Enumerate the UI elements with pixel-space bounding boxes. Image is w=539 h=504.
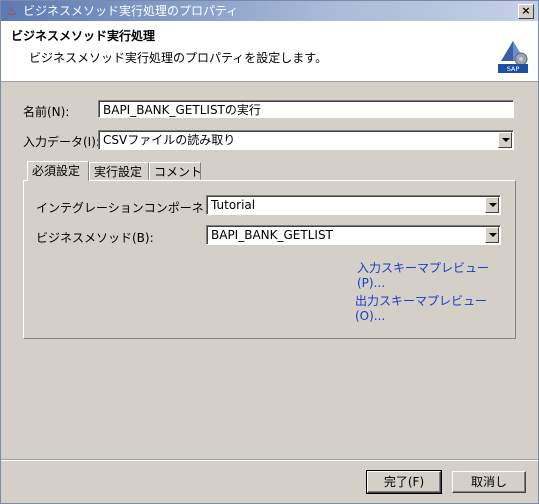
tab-comment[interactable]: コメント <box>149 162 202 180</box>
window-title: ビジネスメソッド実行処理のプロパティ <box>23 4 239 18</box>
banner-heading: ビジネスメソッド実行処理 <box>11 29 156 43</box>
name-label: 名前(N): <box>23 105 70 119</box>
input-data-select[interactable]: CSVファイルの読み取り <box>98 130 514 150</box>
title-bar[interactable]: ♨ ビジネスメソッド実行処理のプロパティ × <box>1 1 538 21</box>
tab-required-settings[interactable]: 必須設定 <box>27 161 89 181</box>
name-input[interactable]: BAPI_BANK_GETLISTの実行 <box>98 100 514 118</box>
method-value: BAPI_BANK_GETLIST <box>211 228 333 242</box>
header-banner: ビジネスメソッド実行処理 ビジネスメソッド実行処理のプロパティを設定します。 S… <box>1 21 538 82</box>
finish-button[interactable]: 完了(F) <box>366 470 442 494</box>
chevron-down-icon[interactable] <box>485 227 499 243</box>
footer-divider <box>1 459 538 461</box>
cancel-button[interactable]: 取消し <box>452 471 526 493</box>
tab-panel-required: インテグレーションコンポーネント(O): Tutorial ビジネスメソッド(B… <box>23 180 516 339</box>
chevron-down-icon[interactable] <box>485 197 499 213</box>
close-button[interactable]: × <box>518 4 534 19</box>
component-value: Tutorial <box>211 198 256 212</box>
tab-execution-settings[interactable]: 実行設定 <box>89 162 149 180</box>
sap-logo-icon: SAP <box>498 41 528 73</box>
input-data-value: CSVファイルの読み取り <box>103 133 236 147</box>
input-data-label: 入力データ(I): <box>23 135 100 149</box>
input-schema-preview-link[interactable]: 入力スキーマプレビュー(P)... <box>357 259 515 290</box>
output-schema-preview-link[interactable]: 出力スキーマプレビュー(O)... <box>355 292 515 323</box>
sap-logo-text: SAP <box>507 65 520 73</box>
component-select[interactable]: Tutorial <box>206 195 501 215</box>
properties-dialog: ♨ ビジネスメソッド実行処理のプロパティ × ビジネスメソッド実行処理 ビジネス… <box>0 0 539 504</box>
method-label: ビジネスメソッド(B): <box>36 231 154 245</box>
method-select[interactable]: BAPI_BANK_GETLIST <box>206 225 501 245</box>
banner-description: ビジネスメソッド実行処理のプロパティを設定します。 <box>29 51 328 65</box>
chevron-down-icon[interactable] <box>498 132 512 148</box>
java-app-icon: ♨ <box>6 4 18 18</box>
